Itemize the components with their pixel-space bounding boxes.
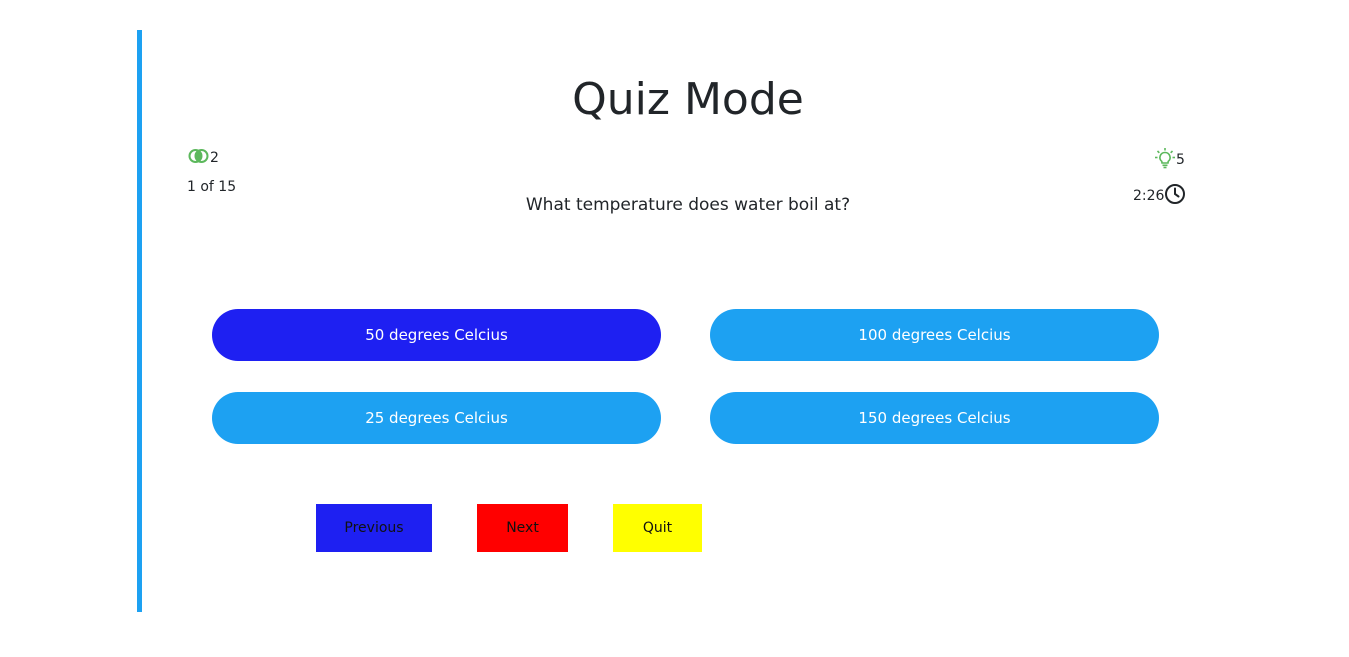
- question-counter: 1 of 15: [187, 179, 237, 195]
- lifeline-counter[interactable]: 2: [188, 148, 219, 168]
- next-button[interactable]: Next: [477, 504, 568, 552]
- option-c-button[interactable]: 25 degrees Celcius: [212, 392, 661, 444]
- lifeline-count: 2: [210, 150, 219, 166]
- hint-count: 5: [1176, 152, 1185, 168]
- previous-button[interactable]: Previous: [316, 504, 432, 552]
- quiz-card: Quiz Mode 2 1 of 15 5 2:26 What temperat…: [137, 30, 1237, 612]
- page-title: Quiz Mode: [572, 74, 804, 125]
- option-d-button[interactable]: 150 degrees Celcius: [710, 392, 1159, 444]
- lightbulb-icon[interactable]: [1154, 147, 1176, 173]
- fifty-fifty-icon[interactable]: [188, 148, 210, 168]
- hint-counter[interactable]: 5: [1154, 147, 1185, 173]
- option-b-button[interactable]: 100 degrees Celcius: [710, 309, 1159, 361]
- question-text: What temperature does water boil at?: [525, 195, 851, 215]
- option-a-button[interactable]: 50 degrees Celcius: [212, 309, 661, 361]
- quit-button[interactable]: Quit: [613, 504, 702, 552]
